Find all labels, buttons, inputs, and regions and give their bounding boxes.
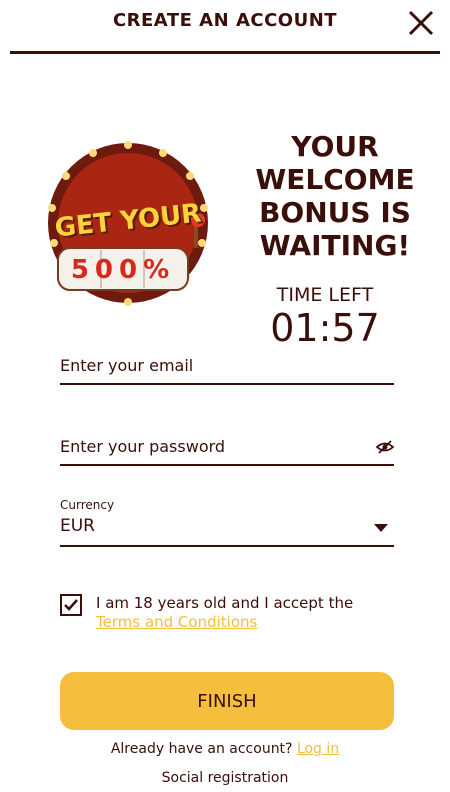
headline-line: YOUR (291, 130, 379, 163)
password-field-container (60, 437, 394, 466)
promo-section: GET YOUR 500% YOUR WELCOME BONUS IS WAIT… (0, 60, 450, 350)
social-registration-link[interactable]: Social registration (0, 770, 450, 786)
close-icon (408, 10, 434, 36)
email-field-container (60, 356, 394, 385)
login-row: Already have an account? Log in (0, 741, 450, 757)
password-input[interactable] (60, 437, 394, 464)
badge-amount-text: 500% (70, 255, 176, 285)
finish-button[interactable]: FINISH (60, 672, 394, 730)
welcome-headline: YOUR WELCOME BONUS IS WAITING! (240, 130, 430, 262)
bonus-badge: GET YOUR 500% (38, 118, 218, 318)
terms-link[interactable]: Terms and Conditions (96, 613, 257, 631)
header: CREATE AN ACCOUNT (0, 0, 450, 54)
terms-checkbox[interactable] (60, 594, 82, 616)
timer-label: TIME LEFT (276, 284, 374, 306)
headline-line: BONUS IS (259, 196, 411, 229)
currency-label: Currency (60, 498, 115, 512)
terms-label: I am 18 years old and I accept the (96, 594, 354, 612)
checkmark-icon (64, 599, 78, 611)
page-title: CREATE AN ACCOUNT (112, 10, 338, 31)
terms-text: I am 18 years old and I accept the Terms… (96, 594, 396, 632)
email-input[interactable] (60, 356, 394, 383)
currency-value: EUR (60, 516, 95, 536)
login-prompt: Already have an account? (110, 741, 293, 757)
timer-value: 01:57 (270, 306, 380, 350)
currency-select[interactable]: Currency EUR (60, 498, 394, 547)
headline-line: WAITING! (259, 229, 411, 262)
chevron-down-icon (374, 524, 388, 532)
close-button[interactable] (406, 8, 436, 38)
login-link[interactable]: Log in (297, 741, 339, 757)
eye-slash-icon[interactable] (376, 439, 394, 455)
header-divider (10, 51, 440, 54)
headline-line: WELCOME (255, 163, 415, 196)
